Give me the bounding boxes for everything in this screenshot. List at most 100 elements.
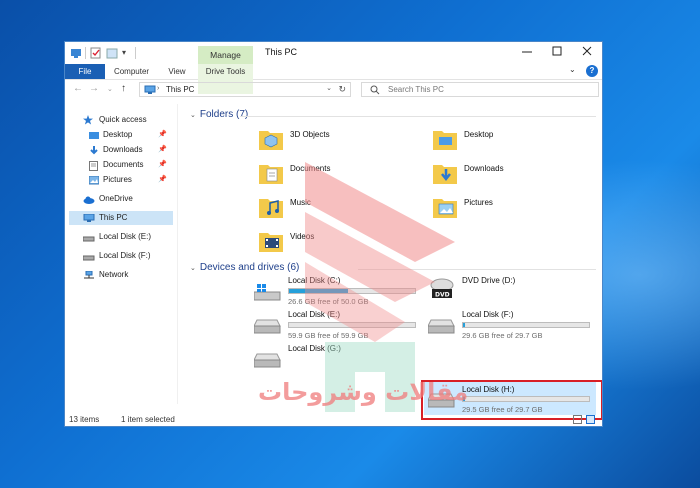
folders-group-header[interactable]: ⌄ Folders (7)	[190, 109, 248, 120]
downloads-folder-icon	[432, 160, 458, 186]
pictures-folder-icon	[432, 194, 458, 220]
sidebar-item-documents[interactable]: Documents 📌	[69, 158, 173, 172]
pin-icon[interactable]: 📌	[158, 128, 167, 142]
drive-dvd-d[interactable]: DVD DVD Drive (D:)	[428, 276, 598, 306]
maximize-button[interactable]	[543, 44, 571, 62]
up-arrow-icon[interactable]: ↑	[121, 83, 126, 94]
collapse-chevron-icon[interactable]: ⌄	[190, 265, 196, 272]
large-icons-view-icon[interactable]	[586, 415, 595, 424]
manage-context-tab[interactable]: Manage	[198, 46, 253, 64]
cloud-icon	[83, 195, 95, 204]
folder-downloads[interactable]: Downloads	[432, 160, 592, 190]
help-icon[interactable]: ?	[586, 65, 598, 77]
navigation-bar: ← → ⌄ ↑ › This PC ⌄ ↻ Search This PC	[65, 80, 602, 100]
sidebar-item-onedrive[interactable]: OneDrive	[69, 192, 173, 206]
pictures-icon	[88, 175, 100, 185]
back-arrow-icon[interactable]: ←	[73, 83, 83, 94]
download-arrow-icon	[89, 146, 98, 155]
sidebar-item-network[interactable]: Network	[69, 268, 173, 282]
close-button[interactable]	[573, 44, 601, 62]
search-input[interactable]: Search This PC	[361, 82, 599, 97]
drive-usage-bar	[288, 288, 416, 294]
properties-icon[interactable]	[90, 47, 102, 59]
desktop-icon	[89, 131, 99, 139]
folder-documents[interactable]: Documents	[258, 160, 418, 190]
hard-drive-icon	[82, 252, 95, 261]
star-icon	[83, 115, 93, 125]
group-separator	[358, 269, 596, 270]
hard-drive-icon	[253, 352, 282, 368]
collapse-chevron-icon[interactable]: ⌄	[190, 112, 196, 119]
drive-usage-bar	[462, 322, 590, 328]
forward-arrow-icon[interactable]: →	[89, 83, 99, 94]
title-bar[interactable]: ▾ Manage This PC	[65, 42, 602, 64]
details-view-icon[interactable]	[573, 415, 582, 424]
folder-videos[interactable]: Videos	[258, 228, 418, 258]
drive-local-disk-f[interactable]: Local Disk (F:) 29.6 GB free of 29.7 GB	[427, 310, 598, 340]
windows-drive-icon	[253, 284, 282, 301]
search-placeholder: Search This PC	[388, 85, 444, 94]
qa-divider-2	[135, 47, 136, 59]
tab-view[interactable]: View	[161, 64, 193, 79]
window-title: This PC	[265, 47, 298, 57]
refresh-icon[interactable]: ↻	[338, 84, 346, 95]
status-bar: 13 items 1 item selected	[65, 412, 602, 426]
folder-music[interactable]: Music	[258, 194, 418, 224]
minimize-button[interactable]	[513, 44, 541, 62]
folder-desktop[interactable]: Desktop	[432, 126, 592, 156]
sidebar-item-downloads[interactable]: Downloads 📌	[69, 143, 173, 157]
music-folder-icon	[258, 194, 284, 220]
hard-drive-icon	[427, 318, 456, 334]
desktop-folder-icon	[432, 126, 458, 152]
file-explorer-window[interactable]: ▾ Manage This PC File Computer View Driv…	[64, 41, 603, 427]
expand-ribbon-chevron-icon[interactable]: ⌄	[569, 65, 576, 74]
tab-file[interactable]: File	[65, 64, 105, 79]
customize-toolbar-chevron-icon[interactable]: ▾	[122, 47, 134, 59]
3d-objects-folder-icon	[258, 126, 284, 152]
hard-drive-icon	[82, 233, 95, 242]
drive-usage-bar	[288, 322, 416, 328]
document-icon	[89, 161, 98, 171]
sidebar-item-desktop[interactable]: Desktop 📌	[69, 128, 173, 142]
watermark-text: مقالات وشروحات	[258, 378, 469, 406]
address-dropdown-chevron-icon[interactable]: ⌄	[326, 84, 332, 92]
navigation-pane[interactable]: Quick access Desktop 📌 Downloads 📌 Docum…	[65, 104, 175, 407]
svg-text:DVD: DVD	[435, 292, 450, 299]
sidebar-item-this-pc[interactable]: This PC	[69, 211, 173, 225]
address-path: This PC	[166, 85, 195, 94]
selection-count: 1 item selected	[121, 415, 175, 424]
drive-usage-fill	[463, 323, 465, 327]
folder-3d-objects[interactable]: 3D Objects	[258, 126, 418, 156]
drive-usage-fill	[289, 289, 349, 293]
qa-divider	[85, 47, 86, 59]
sidebar-item-local-disk-f[interactable]: Local Disk (F:)	[69, 249, 173, 263]
computer-icon	[83, 213, 95, 222]
computer-icon	[144, 85, 156, 97]
network-icon	[83, 270, 95, 279]
pin-icon[interactable]: 📌	[158, 143, 167, 157]
dvd-drive-icon: DVD	[428, 278, 456, 300]
hard-drive-icon	[253, 318, 282, 334]
address-bar[interactable]: › This PC ⌄ ↻	[139, 82, 351, 97]
tab-computer[interactable]: Computer	[109, 64, 154, 79]
sidebar-item-pictures[interactable]: Pictures 📌	[69, 173, 173, 187]
sidebar-item-local-disk-e[interactable]: Local Disk (E:)	[69, 230, 173, 244]
breadcrumb-separator-icon: ›	[157, 85, 160, 92]
content-pane[interactable]: ⌄ Folders (7) 3D Objects Desktop Document…	[178, 104, 602, 415]
search-icon	[370, 85, 380, 97]
item-count: 13 items	[69, 415, 100, 424]
ribbon-tabs[interactable]: File Computer View Drive Tools ⌄ ?	[65, 64, 602, 94]
videos-folder-icon	[258, 228, 284, 254]
recent-locations-chevron-icon[interactable]: ⌄	[107, 85, 113, 93]
sidebar-item-quick-access[interactable]: Quick access	[69, 113, 173, 127]
drive-local-disk-c[interactable]: Local Disk (C:) 26.6 GB free of 50.0 GB	[253, 276, 424, 306]
pin-icon[interactable]: 📌	[158, 158, 167, 172]
pin-icon[interactable]: 📌	[158, 173, 167, 187]
devices-group-header[interactable]: ⌄ Devices and drives (6)	[190, 262, 299, 273]
drive-local-disk-g[interactable]: Local Disk (G:)	[253, 344, 424, 374]
folder-pictures[interactable]: Pictures	[432, 194, 592, 224]
drive-local-disk-e[interactable]: Local Disk (E:) 59.9 GB free of 59.9 GB	[253, 310, 424, 340]
explorer-icon	[70, 47, 82, 59]
new-folder-icon[interactable]	[106, 47, 118, 59]
documents-folder-icon	[258, 160, 284, 186]
